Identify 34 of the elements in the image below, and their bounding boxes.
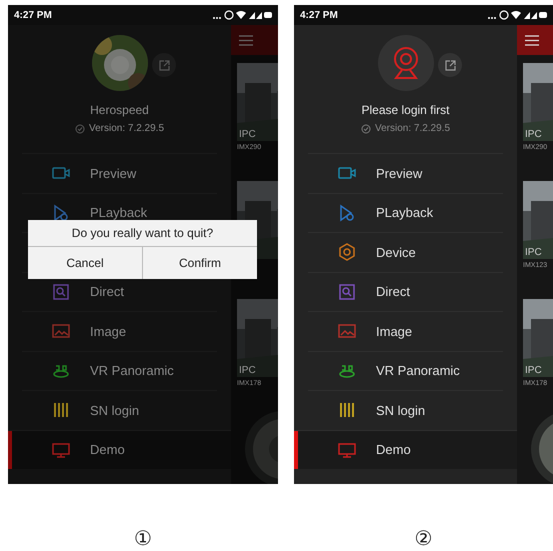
user-name: Herospeed [90,103,149,117]
status-icons-drawing [212,10,272,20]
share-icon [444,60,456,70]
check-circle-icon [74,124,85,134]
menu-item[interactable]: Preview [22,153,217,192]
figure-number: ① [134,527,152,551]
menu-item[interactable]: Direct [308,272,503,311]
camera-label: IPC [524,247,543,258]
menu-item[interactable]: Demo [294,430,517,469]
menu-item[interactable]: PLayback [308,192,503,232]
user-name: Please login first [361,103,450,117]
camera-label: IPC [238,365,257,376]
selection-bar [294,430,298,469]
status-icons-drawing [487,10,547,20]
version-text: Version: 7.2.29.5 [88,123,164,134]
menu-item[interactable]: VR Panoramic [22,350,217,390]
menu-item[interactable]: VR Panoramic [308,350,503,390]
status-time: 4:27 PM [300,10,338,20]
check-circle-icon [360,124,371,134]
figure-number: ② [414,527,432,551]
share-button[interactable] [152,53,176,77]
menu-item[interactable]: Image [22,311,217,350]
menu-item[interactable]: Demo [8,430,231,469]
menu-item[interactable]: Device [308,232,503,272]
camera-label: IPC [524,129,543,140]
menu-item[interactable]: Image [308,311,503,350]
status-time: 4:27 PM [14,10,52,20]
selection-bar [8,430,12,469]
menu-item[interactable]: Preview [308,153,503,192]
camera-label: IPC [238,129,257,140]
share-icon [158,60,170,70]
version-text: Version: 7.2.29.5 [374,123,450,134]
camera-label: IPC [524,365,543,376]
share-button[interactable] [438,53,462,77]
